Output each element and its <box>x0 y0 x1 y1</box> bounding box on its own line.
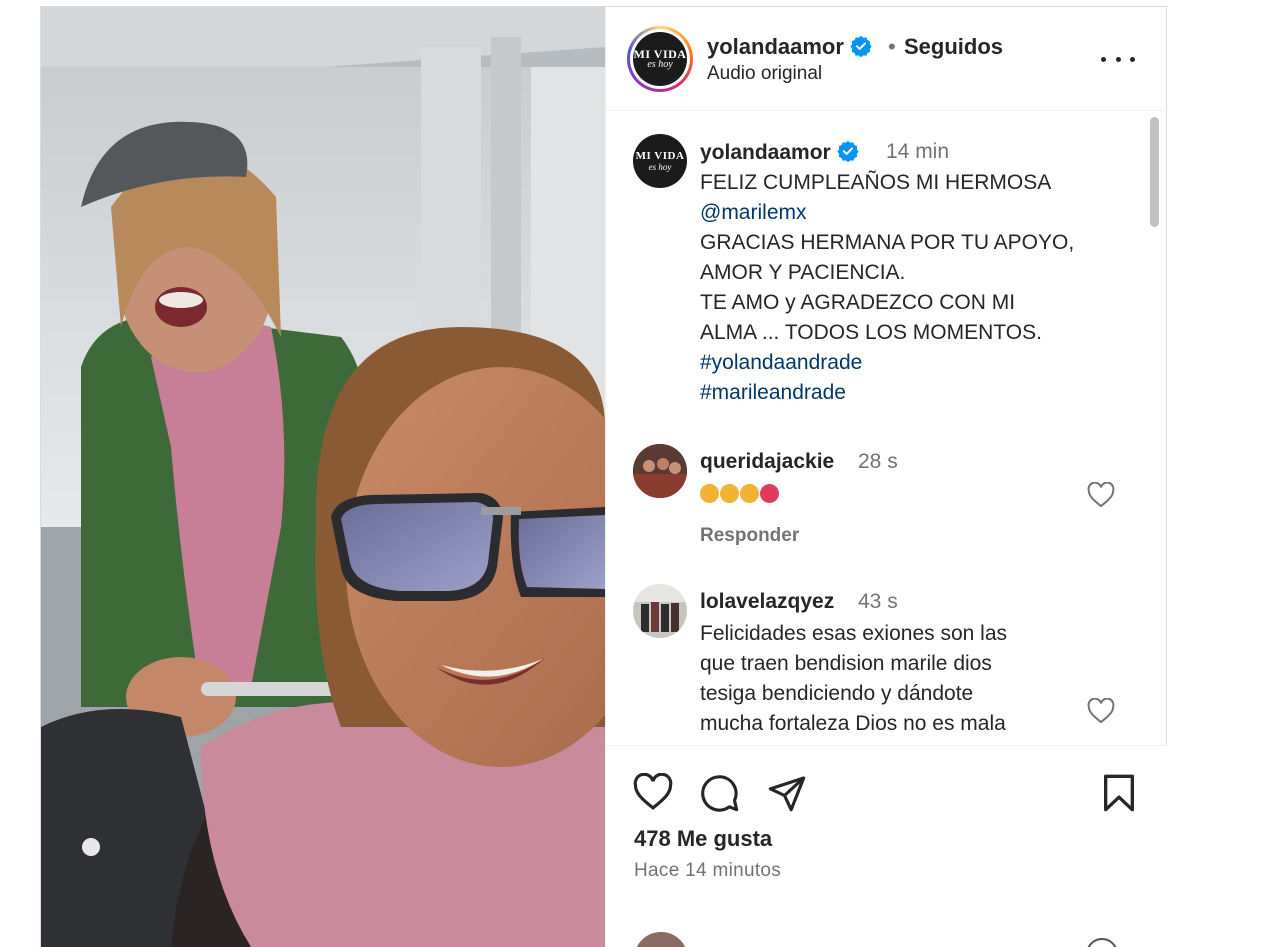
caption-author-avatar[interactable]: MI VIDA es hoy <box>633 134 687 188</box>
caption-time: 14 min <box>886 140 950 163</box>
partying-face-emoji <box>740 484 759 503</box>
post-header: MI VIDA es hoy yolandaamor • Seguidos Au… <box>606 7 1167 111</box>
caption-line: TE AMO y AGRADEZCO CON MI <box>700 291 1016 314</box>
comment-text: Felicidades esas exiones son las que tra… <box>700 619 1007 739</box>
video-frame-illustration <box>41 7 605 947</box>
caption-avatar-logo-line2: es hoy <box>648 162 672 172</box>
comment-line: Felicidades esas exiones son las <box>700 622 1008 645</box>
hashtag-link[interactable]: #yolandaandrade <box>700 348 1074 378</box>
comment-line: que traen bendision marile dios <box>700 652 992 675</box>
more-horizontal-icon[interactable] <box>1101 47 1135 71</box>
commenter-photo <box>633 584 687 638</box>
next-item-icon <box>1086 938 1118 947</box>
avatar-logo: MI VIDA es hoy <box>633 32 687 86</box>
next-comment-avatar <box>634 932 688 947</box>
likes-count[interactable]: 478 Me gusta <box>634 826 772 852</box>
post-sidebar: MI VIDA es hoy yolandaamor • Seguidos Au… <box>605 7 1167 947</box>
author-username[interactable]: yolandaamor <box>707 34 844 59</box>
commenter-username[interactable]: lolavelazqyez <box>700 590 834 614</box>
post-actions: 478 Me gusta Hace 14 minutos <box>606 745 1167 947</box>
share-icon[interactable] <box>767 773 807 813</box>
audio-link[interactable]: Audio original <box>707 63 822 85</box>
mention-link[interactable]: @marilemx <box>700 198 1074 228</box>
caption-line: GRACIAS HERMANA POR TU APOYO, <box>700 231 1075 254</box>
comment-time: 28 s <box>858 450 898 473</box>
verified-badge-icon <box>836 140 859 162</box>
comment-line: tesiga bendiciendo y dándote <box>700 682 974 705</box>
comment-like-heart-icon[interactable] <box>1087 698 1115 724</box>
caption-avatar-logo-line1: MI VIDA <box>635 150 685 162</box>
hashtag-link[interactable]: #marileandrade <box>700 378 1074 408</box>
comments-scrollbar[interactable] <box>1147 115 1161 635</box>
reply-button[interactable]: Responder <box>700 525 799 547</box>
partying-face-emoji <box>700 484 719 503</box>
author-avatar[interactable]: MI VIDA es hoy <box>627 26 693 92</box>
hibiscus-emoji <box>760 484 779 503</box>
caption-line: AMOR Y PACIENCIA. <box>700 261 906 284</box>
comment-time: 43 s <box>858 590 898 613</box>
bookmark-icon[interactable] <box>1101 773 1137 813</box>
comment-text <box>700 479 780 509</box>
caption-text: FELIZ CUMPLEAÑOS MI HERMOSA @marilemx GR… <box>700 168 1074 408</box>
follow-button[interactable]: Seguidos <box>904 34 1003 60</box>
caption-username[interactable]: yolandaamor <box>700 141 831 164</box>
caption-line: FELIZ CUMPLEAÑOS MI HERMOSA <box>700 171 1052 194</box>
comment-like-heart-icon[interactable] <box>1087 482 1115 508</box>
commenter-username[interactable]: queridajackie <box>700 450 834 474</box>
caption-username-row: yolandaamor <box>700 140 859 165</box>
author-username-row: yolandaamor <box>707 34 872 60</box>
verified-badge-icon <box>850 35 872 57</box>
comments-section[interactable]: MI VIDA es hoy yolandaamor 14 min FELIZ … <box>606 112 1167 745</box>
header-separator: • <box>888 34 896 59</box>
avatar-logo-line2: es hoy <box>647 59 673 70</box>
post-timestamp: Hace 14 minutos <box>634 860 782 881</box>
scrollbar-thumb[interactable] <box>1150 117 1159 227</box>
comment-icon[interactable] <box>700 773 740 813</box>
post-video[interactable] <box>41 7 605 947</box>
partying-face-emoji <box>720 484 739 503</box>
commenter-avatar[interactable] <box>633 584 687 638</box>
commenter-photo <box>633 444 687 498</box>
caption-line: ALMA ... TODOS LOS MOMENTOS. <box>700 321 1042 344</box>
heart-icon[interactable] <box>633 773 673 811</box>
comment-line: mucha fortaleza Dios no es mala <box>700 712 1006 735</box>
commenter-avatar[interactable] <box>633 444 687 498</box>
